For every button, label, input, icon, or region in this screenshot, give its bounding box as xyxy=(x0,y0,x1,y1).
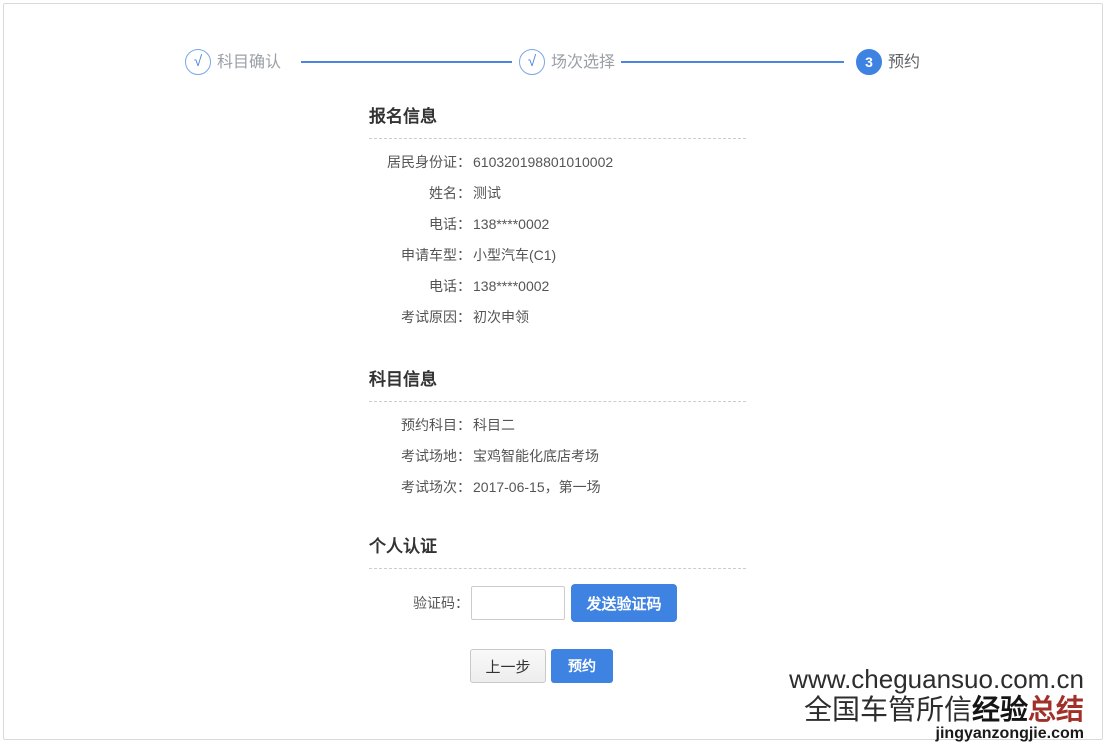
field-label: 申请车型： xyxy=(401,247,471,263)
send-code-button[interactable]: 发送验证码 xyxy=(571,584,677,622)
field-label: 电话： xyxy=(429,216,471,232)
registration-rows: 居民身份证： 610320198801010002 姓名： 测试 电话： 138***… xyxy=(369,139,746,333)
step-2-label: 场次选择 xyxy=(551,54,616,71)
watermark-brand-black: 经验 xyxy=(971,694,1028,725)
watermark-brand-red: 总结 xyxy=(1027,694,1084,725)
watermark-url: www.cheguansuo.com.cn xyxy=(789,664,1084,694)
subject-section-title: 科目信息 xyxy=(369,370,437,389)
step-1-label: 科目确认 xyxy=(217,54,282,71)
info-row: 姓名： 测试 xyxy=(369,178,746,209)
step-2-check-icon: √ xyxy=(519,49,545,75)
field-value: 宝鸡智能化底店考场 xyxy=(473,448,599,464)
field-value: 2017-06-15，第一场 xyxy=(473,479,601,495)
field-value: 科目二 xyxy=(473,417,515,433)
prev-step-button[interactable]: 上一步 xyxy=(470,649,546,683)
step-connector-1 xyxy=(301,61,512,63)
info-row: 电话： 138****0002 xyxy=(369,271,746,302)
info-row: 居民身份证： 610320198801010002 xyxy=(369,147,746,178)
verification-section-title: 个人认证 xyxy=(369,537,437,556)
info-row: 预约科目： 科目二 xyxy=(369,410,746,441)
appointment-panel: √ 科目确认 √ 场次选择 3 预约 报名信息 居民身份证： 6103201988… xyxy=(3,3,1103,743)
registration-section: 报名信息 居民身份证： 610320198801010002 姓名： 测试 电话： 1… xyxy=(369,105,746,333)
info-row: 电话： 138****0002 xyxy=(369,209,746,240)
watermark-domain: jingyanzongjie.com xyxy=(935,725,1084,742)
verification-code-input[interactable] xyxy=(471,586,565,620)
watermark-brand-prefix: 全国车管所信 xyxy=(803,694,972,725)
info-row: 考试原因： 初次申领 xyxy=(369,302,746,333)
info-row: 考试场次： 2017-06-15，第一场 xyxy=(369,472,746,503)
verification-code-row: 验证码： 发送验证码 xyxy=(369,584,677,624)
registration-section-title: 报名信息 xyxy=(369,107,437,126)
field-value: 测试 xyxy=(473,185,501,201)
field-label: 考试场次： xyxy=(401,479,471,495)
subject-section: 科目信息 预约科目： 科目二 考试场地： 宝鸡智能化底店考场 考试场次： 2017-0… xyxy=(369,368,746,503)
watermark-brand: 全国车管所信经验总结 xyxy=(789,694,1084,725)
submit-reservation-button[interactable]: 预约 xyxy=(551,649,613,683)
subject-rows: 预约科目： 科目二 考试场地： 宝鸡智能化底店考场 考试场次： 2017-06-15，… xyxy=(369,402,746,503)
field-label: 考试场地： xyxy=(401,448,471,464)
field-label: 电话： xyxy=(429,278,471,294)
field-value: 小型汽车(C1) xyxy=(473,247,557,263)
field-value: 610320198801010002 xyxy=(473,154,614,170)
section-divider xyxy=(369,568,746,569)
action-buttons: 上一步 预约 xyxy=(470,649,613,683)
info-row: 考试场地： 宝鸡智能化底店考场 xyxy=(369,441,746,472)
field-label: 考试原因： xyxy=(401,309,471,325)
field-label: 姓名： xyxy=(429,185,471,201)
step-1-check-icon: √ xyxy=(185,49,211,75)
field-value: 138****0002 xyxy=(473,216,550,232)
step-connector-2 xyxy=(621,61,844,63)
field-value: 138****0002 xyxy=(473,278,550,294)
watermark: www.cheguansuo.com.cn 全国车管所信经验总结 jingyan… xyxy=(789,664,1084,743)
step-3-label: 预约 xyxy=(888,54,921,71)
field-label: 居民身份证： xyxy=(387,154,471,170)
field-label: 预约科目： xyxy=(401,417,471,433)
verification-section: 个人认证 xyxy=(369,535,746,569)
step-3-badge: 3 xyxy=(856,49,882,75)
field-value: 初次申领 xyxy=(473,309,529,325)
verification-code-label: 验证码： xyxy=(413,595,469,611)
info-row: 申请车型： 小型汽车(C1) xyxy=(369,240,746,271)
